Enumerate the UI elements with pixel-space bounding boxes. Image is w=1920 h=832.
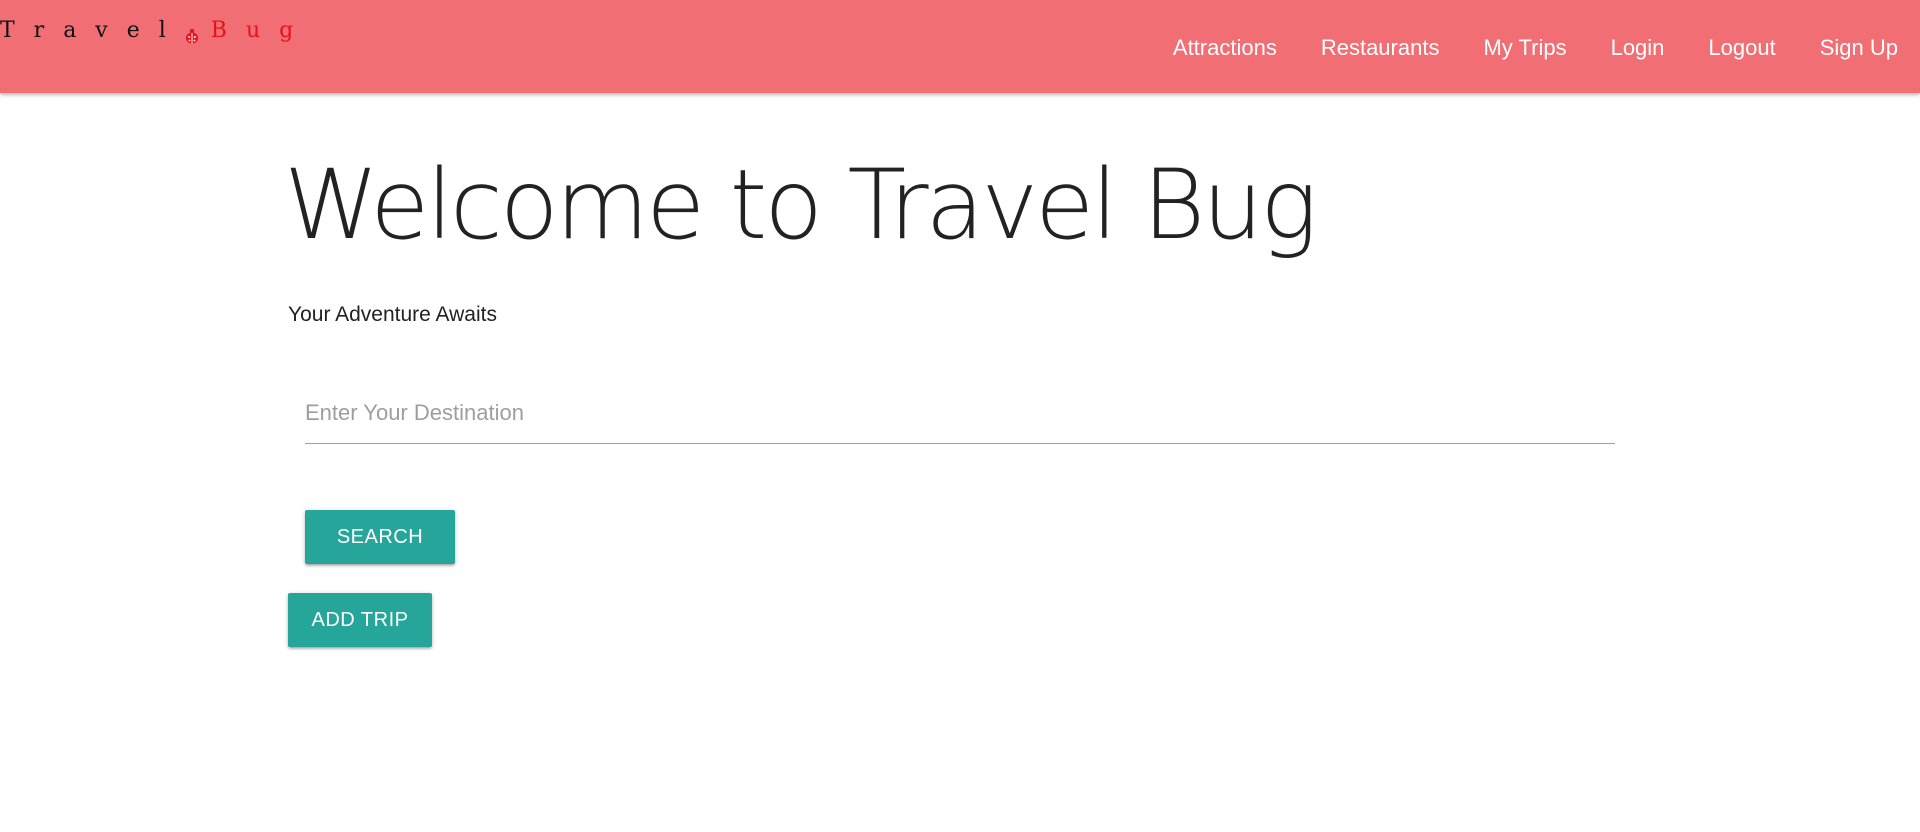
top-navbar: Travel Bug Attractions Restaurants My Tr… bbox=[0, 0, 1920, 93]
ladybug-icon bbox=[185, 25, 199, 43]
nav-link-sign-up[interactable]: Sign Up bbox=[1820, 35, 1898, 61]
nav-link-my-trips[interactable]: My Trips bbox=[1483, 35, 1566, 61]
nav-link-restaurants[interactable]: Restaurants bbox=[1321, 35, 1440, 61]
nav-links: Attractions Restaurants My Trips Login L… bbox=[1129, 0, 1898, 93]
nav-link-logout[interactable]: Logout bbox=[1708, 35, 1775, 61]
nav-link-login[interactable]: Login bbox=[1611, 35, 1665, 61]
page-title: Welcome to Travel Bug bbox=[284, 149, 1318, 261]
add-trip-button[interactable]: Add Trip bbox=[288, 593, 432, 647]
brand-word-bug: Bug bbox=[210, 18, 313, 43]
brand-word-travel: Travel bbox=[0, 18, 185, 43]
nav-link-attractions[interactable]: Attractions bbox=[1173, 35, 1277, 61]
destination-search-input[interactable] bbox=[305, 383, 1615, 444]
brand-logo[interactable]: Travel Bug bbox=[0, 18, 312, 43]
tagline: Your Adventure Awaits bbox=[288, 303, 497, 326]
search-button[interactable]: Search bbox=[305, 510, 455, 564]
